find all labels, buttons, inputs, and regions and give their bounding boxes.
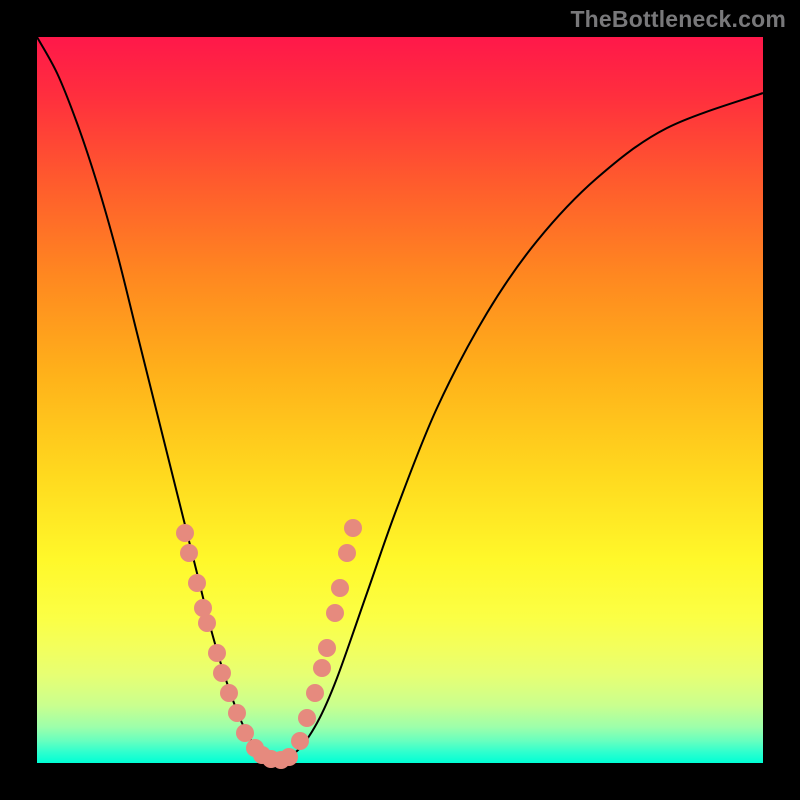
- highlight-dot: [236, 724, 254, 742]
- highlight-dot: [188, 574, 206, 592]
- highlight-dot: [306, 684, 324, 702]
- highlight-dot: [298, 709, 316, 727]
- chart-frame: TheBottleneck.com: [0, 0, 800, 800]
- highlight-dot: [208, 644, 226, 662]
- highlight-dot: [318, 639, 336, 657]
- highlight-dot: [228, 704, 246, 722]
- highlight-dot: [280, 748, 298, 766]
- highlight-dot: [213, 664, 231, 682]
- highlight-dot: [198, 614, 216, 632]
- highlight-dot: [220, 684, 238, 702]
- highlight-dot: [326, 604, 344, 622]
- highlight-dot: [291, 732, 309, 750]
- highlight-dot: [180, 544, 198, 562]
- highlight-dot: [338, 544, 356, 562]
- watermark-text: TheBottleneck.com: [570, 6, 786, 33]
- plot-area: [37, 37, 763, 763]
- bottleneck-curve: [37, 37, 763, 763]
- highlight-dot: [313, 659, 331, 677]
- highlight-dot: [331, 579, 349, 597]
- highlight-dot: [344, 519, 362, 537]
- highlight-dot: [176, 524, 194, 542]
